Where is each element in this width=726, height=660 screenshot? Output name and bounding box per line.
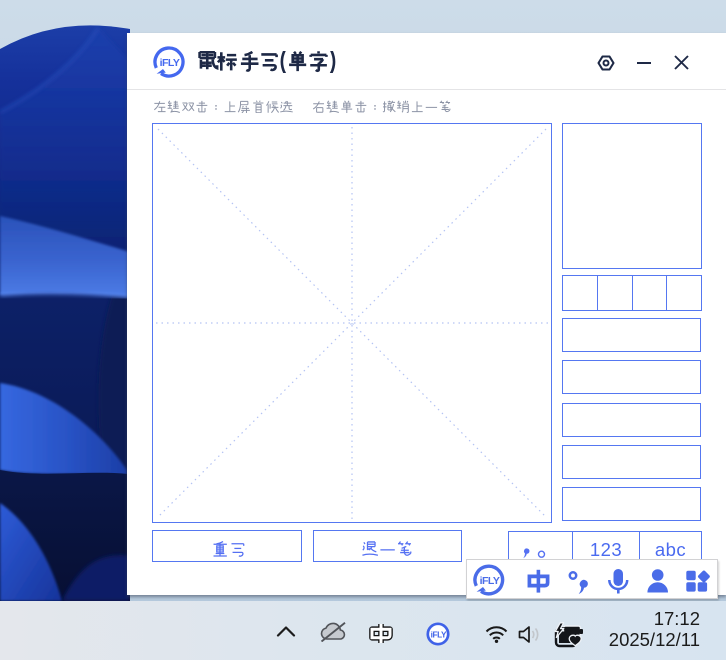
svg-text:iFLY: iFLY xyxy=(431,630,447,639)
svg-text:iFLY: iFLY xyxy=(480,575,500,587)
svg-text:iFLY: iFLY xyxy=(160,57,180,69)
